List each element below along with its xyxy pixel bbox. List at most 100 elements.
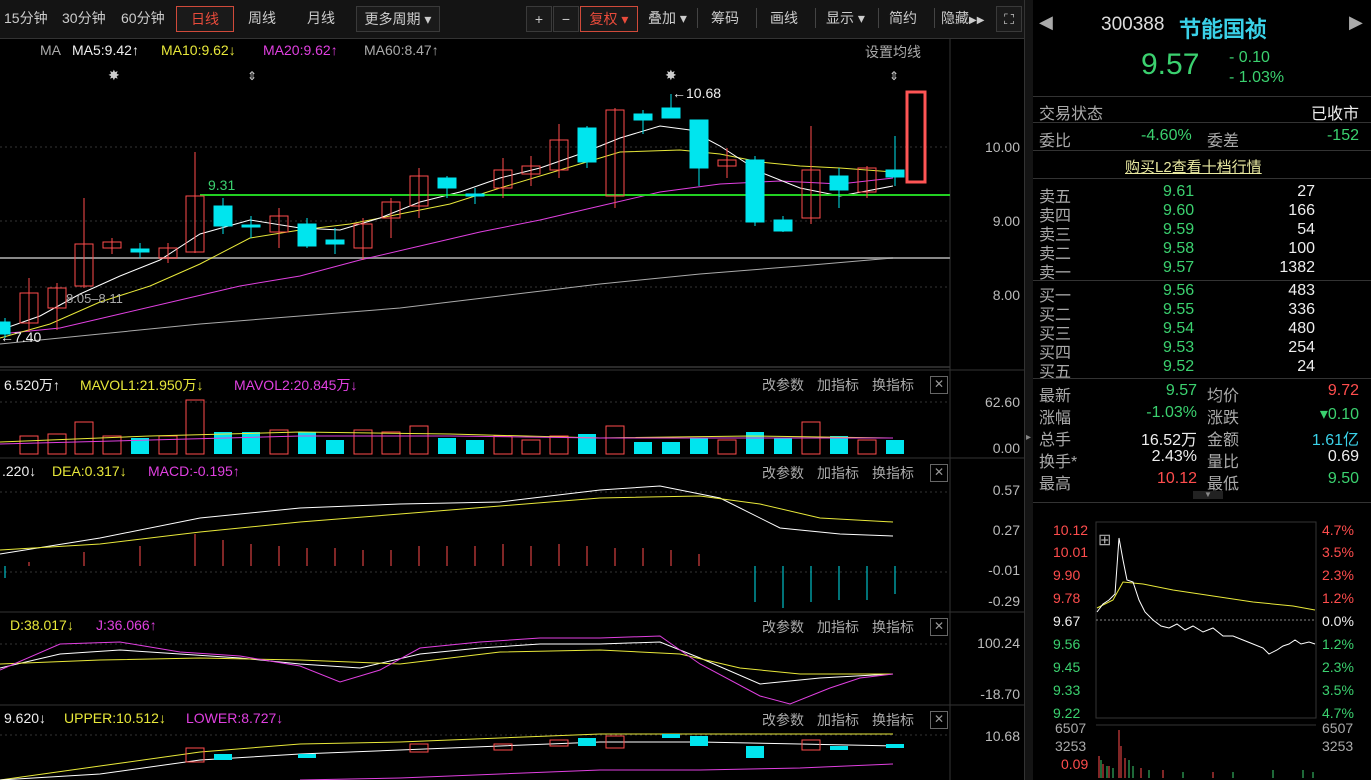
swap-indicator-button[interactable]: 换指标 xyxy=(872,375,914,395)
intraday-pct-tick: 4.7% xyxy=(1322,522,1354,538)
add-indicator-button[interactable]: 加指标 xyxy=(817,375,859,395)
chips-button[interactable]: 筹码 xyxy=(711,6,739,30)
add-indicator-button[interactable]: 加指标 xyxy=(817,617,859,637)
intraday-chart[interactable]: ⊞ 10.12 10.01 9.90 9.78 9.67 9.56 9.45 9… xyxy=(1033,520,1371,780)
intraday-pct-tick: 0.0% xyxy=(1322,613,1354,629)
modify-params-button[interactable]: 改参数 xyxy=(762,463,804,483)
macd-value: MACD:-0.195↑ xyxy=(148,463,240,479)
add-indicator-button[interactable]: 加指标 xyxy=(817,710,859,730)
intraday-pct-tick: 3.5% xyxy=(1322,544,1354,560)
y-tick: 0.27 xyxy=(992,522,1020,538)
simple-mode-button[interactable]: 简约 xyxy=(889,6,917,30)
bid-row: 买四 9.53 254 xyxy=(1039,339,1315,362)
swap-indicator-button[interactable]: 换指标 xyxy=(872,617,914,637)
y-tick: 9.00 xyxy=(992,213,1020,229)
weibi-value: -4.60% xyxy=(1141,127,1192,144)
intraday-tick: 9.67 xyxy=(1053,613,1081,629)
tab-monthly[interactable]: 月线 xyxy=(307,6,335,30)
y-tick: 10.00 xyxy=(984,139,1020,155)
ma-label: MA xyxy=(40,42,61,58)
intraday-tick: 9.22 xyxy=(1053,705,1081,721)
more-periods-dropdown[interactable]: 更多周期 ▾ xyxy=(356,6,440,32)
chart-toolbar: 15分钟 30分钟 60分钟 日线 周线 月线 更多周期 ▾ + − 复权 ▾ … xyxy=(0,0,1024,39)
overlay-dropdown[interactable]: 叠加 ▾ xyxy=(648,6,687,30)
tab-15min[interactable]: 15分钟 xyxy=(4,6,48,30)
ma20-value: MA20:9.62↑ xyxy=(263,42,338,58)
mavol2-value: MAVOL2:20.845万↓ xyxy=(234,377,358,393)
intraday-vol-tick: 6507 xyxy=(1055,720,1087,736)
caret-down-icon: ▾ xyxy=(857,10,865,26)
dea-value: DEA:0.317↓ xyxy=(52,463,127,479)
intraday-tick: 9.78 xyxy=(1053,590,1081,606)
intraday-tick: 9.33 xyxy=(1053,682,1081,698)
collapse-arrow-icon[interactable]: ▸ xyxy=(1025,432,1032,443)
zoom-in-button[interactable]: + xyxy=(526,6,552,32)
fullscreen-icon[interactable]: ⛶ xyxy=(996,6,1022,32)
caret-down-icon: ▾ xyxy=(424,11,432,27)
y-tick: 10.68 xyxy=(984,728,1020,744)
intraday-pct-tick: 4.7% xyxy=(1322,705,1354,721)
kline-chart-area[interactable]: ✸ ⇕ ✸ ⇕ MA MA5:9.42↑ MA10:9.62↓ MA20:9.6… xyxy=(0,38,1024,780)
stat-row: 换手* 2.43% 量比 0.69 xyxy=(1039,448,1359,471)
intraday-vol-tick: 0.09 xyxy=(1061,756,1089,772)
next-stock-icon[interactable]: ▶ xyxy=(1349,12,1363,33)
modify-params-button[interactable]: 改参数 xyxy=(762,710,804,730)
y-tick: 0.57 xyxy=(992,482,1020,498)
price-change-pct: - 1.03% xyxy=(1229,69,1285,86)
intraday-tick: 9.90 xyxy=(1053,567,1081,583)
bid-row: 买五 9.52 24 xyxy=(1039,358,1315,381)
stat-row: 涨幅 -1.03% 涨跌 ▾0.10 xyxy=(1039,404,1359,427)
tab-60min[interactable]: 60分钟 xyxy=(121,6,165,30)
tab-daily[interactable]: 日线 xyxy=(176,6,234,32)
l2-upgrade-link[interactable]: 购买L2查看十档行情 xyxy=(1125,156,1262,177)
ask-row: 卖三 9.59 54 xyxy=(1039,221,1315,244)
hide-panel-button[interactable]: 隐藏▶▶ xyxy=(941,6,984,30)
double-arrow-right-icon: ▶▶ xyxy=(969,15,985,26)
ask-row: 卖一 9.57 1382 xyxy=(1039,259,1315,282)
boll-upper-value: UPPER:10.512↓ xyxy=(64,710,166,726)
stock-code: 300388 xyxy=(1101,14,1165,35)
intraday-tick: 9.56 xyxy=(1053,636,1081,652)
status-label: 交易状态 xyxy=(1039,106,1104,123)
close-icon[interactable]: ✕ xyxy=(930,711,948,729)
close-icon[interactable]: ✕ xyxy=(930,618,948,636)
modify-params-button[interactable]: 改参数 xyxy=(762,617,804,637)
y-tick: 62.60 xyxy=(984,394,1020,410)
zoom-out-button[interactable]: − xyxy=(553,6,579,32)
draw-line-button[interactable]: 画线 xyxy=(770,6,798,30)
swap-indicator-button[interactable]: 换指标 xyxy=(872,710,914,730)
boll-lower-value: LOWER:8.727↓ xyxy=(186,710,284,726)
adjust-dropdown[interactable]: 复权 ▾ xyxy=(580,6,638,32)
vol-value: 6.520万↑ xyxy=(4,377,61,393)
tab-weekly[interactable]: 周线 xyxy=(248,6,276,30)
last-price: 9.57 xyxy=(1141,48,1200,81)
display-dropdown[interactable]: 显示 ▾ xyxy=(826,6,865,30)
close-icon[interactable]: ✕ xyxy=(930,376,948,394)
close-icon[interactable]: ✕ xyxy=(930,464,948,482)
intraday-pct-tick: 3.5% xyxy=(1322,682,1354,698)
weibi-label: 委比 xyxy=(1039,133,1072,150)
modify-params-button[interactable]: 改参数 xyxy=(762,375,804,395)
high-price-marker: ←10.68 xyxy=(672,85,722,101)
tab-30min[interactable]: 30分钟 xyxy=(62,6,106,30)
ask-row: 卖二 9.58 100 xyxy=(1039,240,1315,263)
y-tick: 100.24 xyxy=(977,635,1020,651)
prev-stock-icon[interactable]: ◀ xyxy=(1039,12,1053,33)
kdj-j-value: J:36.066↑ xyxy=(96,617,157,633)
ma10-value: MA10:9.62↓ xyxy=(161,42,236,58)
adjust-label: 复权 xyxy=(589,11,618,27)
boll-mid-value: 9.620↓ xyxy=(4,710,47,726)
hide-label: 隐藏 xyxy=(941,10,969,26)
intraday-vol-tick: 6507 xyxy=(1322,720,1354,736)
expand-icon[interactable]: ▼ xyxy=(1193,491,1223,499)
intraday-tick: 10.12 xyxy=(1053,522,1089,538)
y-tick: -0.01 xyxy=(988,562,1020,578)
mavol1-value: MAVOL1:21.950万↓ xyxy=(80,377,204,393)
stat-row: 最新 9.57 均价 9.72 xyxy=(1039,382,1359,405)
line-price-label: 9.31 xyxy=(208,177,236,193)
ma-checkbox[interactable] xyxy=(0,44,10,56)
bid-row: 买三 9.54 480 xyxy=(1039,320,1315,343)
swap-indicator-button[interactable]: 换指标 xyxy=(872,463,914,483)
add-indicator-button[interactable]: 加指标 xyxy=(817,463,859,483)
ma-settings-button[interactable]: 设置均线 xyxy=(865,42,921,62)
